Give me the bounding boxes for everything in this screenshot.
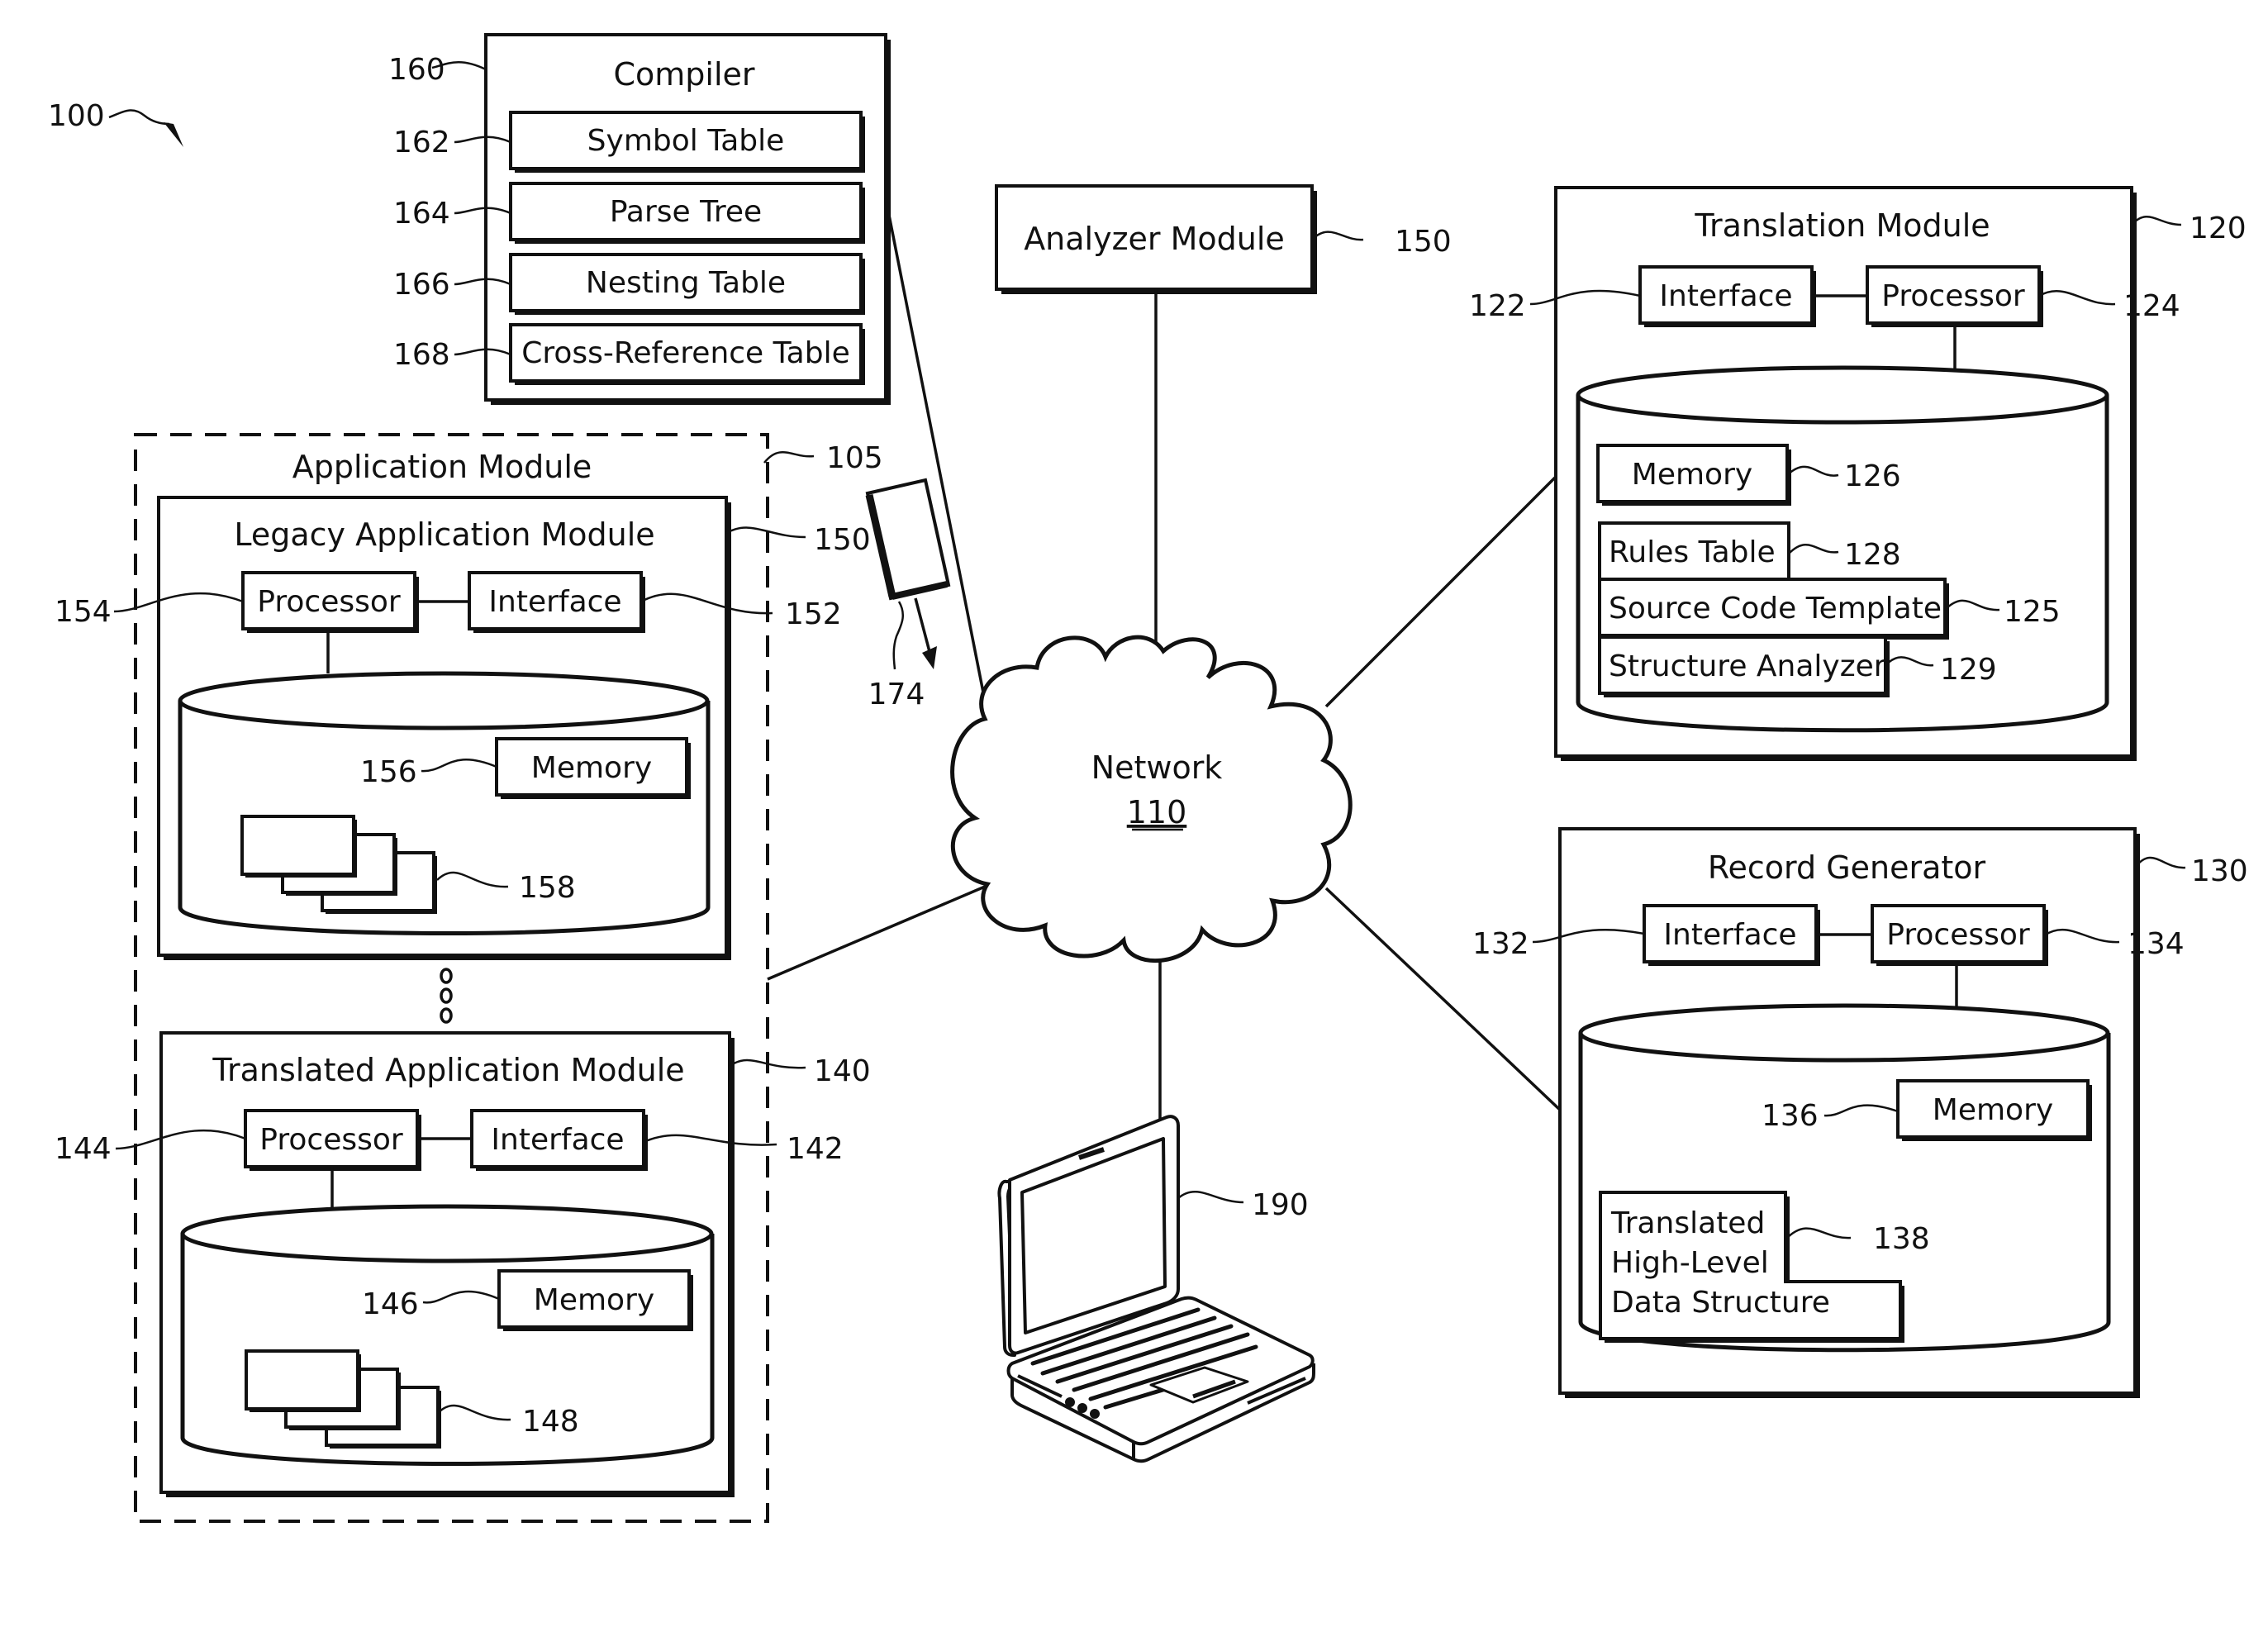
laptop-icon [997, 1115, 1315, 1463]
translated-application-module: Translated Application Module 140 Proces… [55, 1031, 871, 1497]
ref-label-125: 125 [2004, 595, 2061, 629]
ref-label-120: 120 [2190, 212, 2247, 245]
processor-label: Processor [1886, 918, 2030, 952]
ref-label-138: 138 [1873, 1222, 1930, 1256]
translation-module-title: Translation Module [1694, 207, 1990, 244]
network-ref: 110 [1127, 794, 1187, 830]
structure-analyzer-label: Structure Analyzer [1609, 649, 1886, 683]
data-structure-line: High-Level [1611, 1246, 1769, 1280]
rules-table-label: Rules Table [1609, 535, 1776, 569]
memory-label: Memory [1632, 458, 1752, 492]
legacy-application-module: Legacy Application Module 150 Processor … [55, 496, 871, 960]
leader-line [892, 601, 905, 670]
interface-label: Interface [1659, 279, 1792, 313]
memory-label: Memory [534, 1283, 654, 1317]
ref-label-132: 132 [1472, 927, 1529, 961]
legacy-module-title: Legacy Application Module [234, 516, 654, 553]
ref-label-160: 160 [388, 53, 445, 87]
item-label: Parse Tree [610, 195, 762, 229]
ref-label-129: 129 [1940, 653, 1997, 687]
ref-label-156: 156 [360, 755, 417, 789]
database-cylinder-icon [180, 1204, 715, 1466]
translation-interface: Interface 122 [1469, 265, 1816, 327]
ref-label-174: 174 [868, 678, 925, 711]
processor-label: Processor [257, 585, 401, 619]
application-module: Application Module 105 Legacy Applicatio… [55, 433, 883, 1523]
record-generator: Record Generator 130 Interface 132 Proce… [1472, 827, 2248, 1398]
data-structure-line: Translated [1610, 1206, 1765, 1240]
link-translation [1324, 473, 1559, 708]
processor-label: Processor [259, 1123, 403, 1157]
ref-label-124: 124 [2123, 289, 2180, 323]
leader-line [763, 451, 815, 464]
analyzer-title: Analyzer Module [1024, 221, 1285, 257]
ref-label-140: 140 [814, 1054, 871, 1088]
ref-label-105: 105 [826, 441, 883, 475]
compiler-item-nesting-table: Nesting Table 166 [393, 253, 865, 315]
leader-line [1177, 1191, 1244, 1204]
ref-label-148: 148 [522, 1405, 579, 1439]
compiler-block: Compiler 160 Symbol Table 162 Parse Tree… [388, 33, 891, 405]
ref-label-158: 158 [519, 871, 576, 905]
ref-label-166: 166 [393, 268, 450, 302]
item-label: Symbol Table [587, 124, 785, 158]
link-application [767, 882, 991, 981]
ref-label-100: 100 [48, 99, 105, 133]
ref-label-146: 146 [362, 1287, 419, 1321]
data-structure-line: Data Structure [1611, 1286, 1830, 1320]
laptop: 190 [997, 1115, 1315, 1463]
storage-device: 174 [865, 478, 951, 711]
leader-line [1311, 231, 1364, 241]
memory-label: Memory [1933, 1093, 2053, 1127]
more-modules-ellipsis [440, 968, 453, 1024]
network-title: Network [1091, 749, 1223, 786]
record-generator-title: Record Generator [1708, 849, 1986, 886]
record-generator-interface: Interface 132 [1472, 904, 1820, 966]
ref-label-164: 164 [393, 197, 450, 231]
ref-label-126: 126 [1844, 459, 1901, 493]
interface-label: Interface [488, 585, 621, 619]
ref-label-168: 168 [393, 338, 450, 372]
ref-label-142: 142 [787, 1132, 844, 1166]
item-label: Cross-Reference Table [521, 336, 850, 370]
ref-label-154: 154 [55, 595, 112, 629]
arrow-icon [922, 646, 937, 669]
link-record-generator [1324, 887, 1563, 1113]
system-diagram: 100 Compiler 160 Symbol Table 162 Parse … [48, 33, 2248, 1523]
processor-label: Processor [1881, 279, 2025, 313]
ref-label-128: 128 [1844, 538, 1901, 572]
interface-label: Interface [491, 1123, 624, 1157]
ref-label-136: 136 [1762, 1099, 1819, 1133]
arrow-icon [164, 122, 183, 147]
ref-label-162: 162 [393, 126, 450, 159]
source-code-template-label: Source Code Template [1609, 592, 1942, 626]
system-reference: 100 [48, 99, 183, 147]
ref-label-134: 134 [2128, 927, 2185, 961]
network-cloud: Network 110 [950, 635, 1353, 963]
ref-label-122: 122 [1469, 289, 1526, 323]
analyzer-block: Analyzer Module 150 [995, 184, 1452, 294]
application-module-title: Application Module [292, 449, 592, 485]
leader-line [108, 109, 170, 126]
ref-label-152: 152 [785, 597, 842, 631]
database-cylinder-icon [178, 671, 711, 935]
leader-line [2134, 856, 2186, 869]
translated-module-title: Translated Application Module [212, 1052, 684, 1088]
compiler-title: Compiler [613, 56, 754, 93]
ref-label-150: 150 [814, 523, 871, 557]
compiler-item-symbol-table: Symbol Table 162 [393, 111, 865, 173]
item-label: Nesting Table [586, 266, 786, 300]
ref-label-130: 130 [2191, 854, 2248, 888]
ref-label-190: 190 [1252, 1188, 1309, 1222]
interface-label: Interface [1663, 918, 1796, 952]
compiler-item-cross-reference-table: Cross-Reference Table 168 [393, 323, 865, 385]
leader-line [2131, 216, 2182, 226]
translation-module: Translation Module 120 Interface 122 Pro… [1469, 186, 2247, 761]
memory-label: Memory [531, 751, 652, 785]
compiler-item-parse-tree: Parse Tree 164 [393, 182, 865, 244]
ref-label-144: 144 [55, 1132, 112, 1166]
ref-label-150: 150 [1395, 225, 1452, 259]
